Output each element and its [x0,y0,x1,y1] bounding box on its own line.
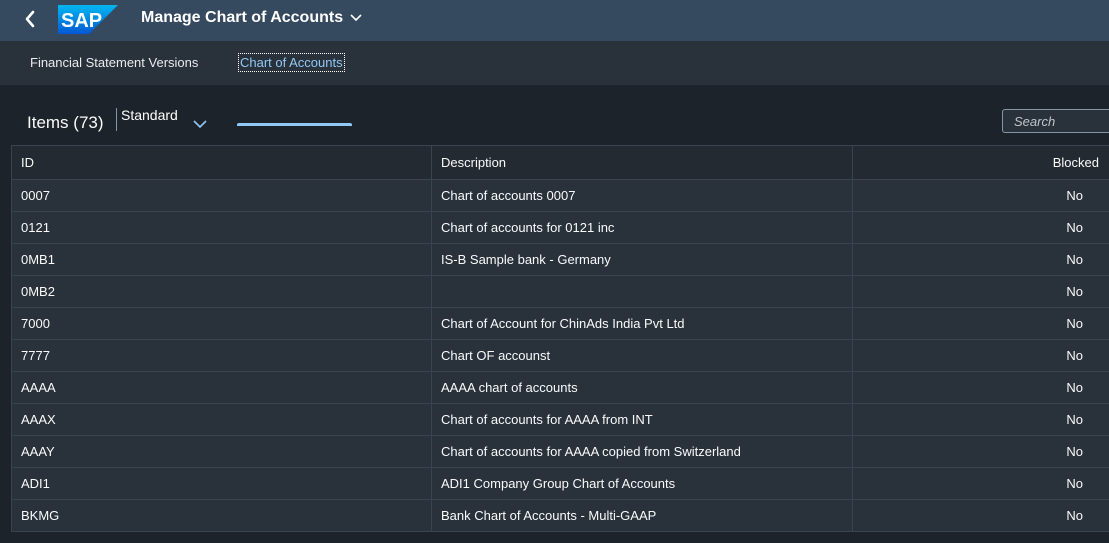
chevron-down-icon[interactable] [193,116,207,134]
cell-description: Bank Chart of Accounts - Multi-GAAP [431,499,853,532]
cell-blocked: No [852,499,1109,532]
cell-description: Chart of accounts for AAAA copied from S… [431,435,853,468]
table-row[interactable]: 0MB1 IS-B Sample bank - Germany No [11,243,1109,276]
search-input[interactable] [1003,110,1109,132]
table-row[interactable]: 0MB2 No [11,275,1109,308]
app-title-menu[interactable]: Manage Chart of Accounts [141,9,363,27]
table-row[interactable]: ADI1 ADI1 Company Group Chart of Accounts… [11,467,1109,500]
cell-description: ADI1 Company Group Chart of Accounts [431,467,853,500]
table-header-row: ID Description Blocked [11,145,1109,180]
cell-description [431,275,853,308]
tab-chart-of-accounts[interactable]: Chart of Accounts [238,53,345,72]
table-row[interactable]: AAAA AAAA chart of accounts No [11,371,1109,404]
cell-description: Chart of Account for ChinAds India Pvt L… [431,307,853,340]
cell-description: Chart OF accounst [431,339,853,372]
tab-financial-statement-versions[interactable]: Financial Statement Versions [30,55,198,70]
cell-id: 0MB2 [11,275,432,308]
column-header-blocked[interactable]: Blocked [852,145,1109,180]
cell-id: 0121 [11,211,432,244]
back-button[interactable] [22,8,42,30]
cell-id: ADI1 [11,467,432,500]
left-gutter [0,145,11,543]
cell-description: IS-B Sample bank - Germany [431,243,853,276]
table-row[interactable]: 7777 Chart OF accounst No [11,339,1109,372]
chart-of-accounts-table: ID Description Blocked 0007 Chart of acco… [11,145,1109,532]
chevron-left-icon [25,10,35,28]
cell-blocked: No [852,243,1109,276]
cell-blocked: No [852,179,1109,212]
svg-text:SAP: SAP [61,10,102,32]
column-header-description[interactable]: Description [431,145,853,180]
cell-id: 0MB1 [11,243,432,276]
cell-description: AAAA chart of accounts [431,371,853,404]
table-row[interactable]: 0007 Chart of accounts 0007 No [11,179,1109,212]
tab-bar: Financial Statement Versions Chart of Ac… [0,41,1109,126]
table-row[interactable]: AAAY Chart of accounts for AAAA copied fr… [11,435,1109,468]
column-header-id[interactable]: ID [11,145,432,180]
cell-id: AAAX [11,403,432,436]
sap-logo[interactable]: SAP [58,5,118,34]
cell-id: 7000 [11,307,432,340]
cell-id: AAAA [11,371,432,404]
cell-blocked: No [852,435,1109,468]
cell-blocked: No [852,467,1109,500]
search-field[interactable] [1002,109,1109,133]
table-toolbar: Items (73) Standard [0,86,1109,144]
cell-description: Chart of accounts for 0121 inc [431,211,853,244]
table-row[interactable]: AAAX Chart of accounts for AAAA from INT N… [11,403,1109,436]
cell-description: Chart of accounts for AAAA from INT [431,403,853,436]
table-row[interactable]: 7000 Chart of Account for ChinAds India P… [11,307,1109,340]
cell-id: 7777 [11,339,432,372]
toolbar-divider [116,108,117,131]
app-title: Manage Chart of Accounts [141,9,344,26]
table-row[interactable]: BKMG Bank Chart of Accounts - Multi-GAAP N… [11,499,1109,532]
cell-id: 0007 [11,179,432,212]
cell-blocked: No [852,307,1109,340]
table-row[interactable]: 0121 Chart of accounts for 0121 inc No [11,211,1109,244]
variant-selector[interactable]: Standard [121,107,178,123]
cell-description: Chart of accounts 0007 [431,179,853,212]
shell-bar: SAP Manage Chart of Accounts [0,0,1109,41]
cell-blocked: No [852,371,1109,404]
chevron-down-icon [349,9,363,27]
items-count-title: Items (73) [27,113,104,132]
cell-blocked: No [852,275,1109,308]
cell-blocked: No [852,211,1109,244]
cell-blocked: No [852,403,1109,436]
cell-id: BKMG [11,499,432,532]
cell-blocked: No [852,339,1109,372]
cell-id: AAAY [11,435,432,468]
